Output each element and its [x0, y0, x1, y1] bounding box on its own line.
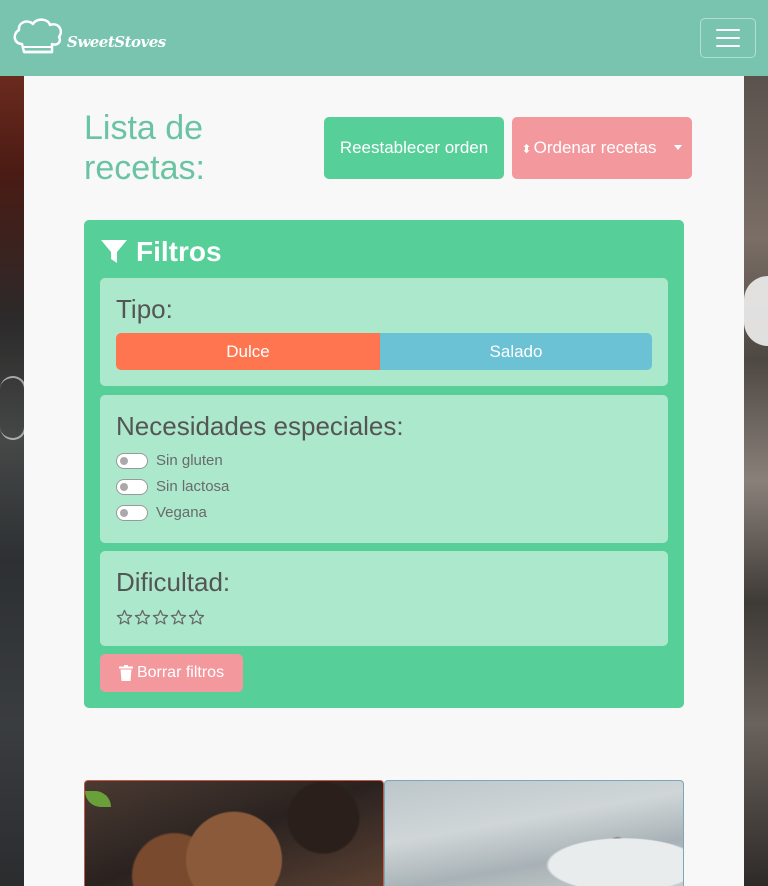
toggle-label: Sin lactosa: [156, 478, 230, 495]
brand-link[interactable]: SweetStoves: [12, 18, 166, 58]
recipe-card-image[interactable]: [84, 780, 384, 886]
mint-leaf: [85, 791, 111, 807]
navbar-toggler-button[interactable]: [700, 18, 756, 58]
dificultad-title: Dificultad:: [116, 567, 231, 597]
trash-icon: [118, 665, 133, 681]
page-title: Lista de recetas:: [84, 109, 205, 187]
filters-panel: Filtros Tipo: Dulce Salado Necesidades e…: [84, 220, 684, 708]
toggle-vegana[interactable]: Vegana: [116, 504, 207, 521]
star-icon[interactable]: [152, 609, 169, 626]
toggle-sin-lactosa[interactable]: Sin lactosa: [116, 478, 229, 495]
navbar: SweetStoves: [0, 0, 768, 76]
recipe-card-image[interactable]: [384, 780, 684, 886]
toggle-label: Sin gluten: [156, 452, 223, 469]
background-left: [0, 76, 26, 886]
star-icon[interactable]: [188, 609, 205, 626]
tipo-dulce-button[interactable]: Dulce: [116, 333, 380, 370]
tipo-title: Tipo:: [116, 294, 173, 324]
filters-title: Filtros: [136, 236, 222, 267]
chef-hat-icon: [13, 18, 63, 54]
star-icon[interactable]: [134, 609, 151, 626]
clear-filters-label: Borrar filtros: [136, 664, 225, 681]
star-icon[interactable]: [170, 609, 187, 626]
toggle-switch[interactable]: [116, 478, 148, 495]
filter-card-tipo: Tipo: Dulce Salado: [100, 278, 668, 386]
filter-card-necesidades: Necesidades especiales: Sin gluten Sin l…: [100, 395, 668, 543]
tipo-salado-button[interactable]: Salado: [380, 333, 652, 370]
chevron-down-icon: [674, 145, 682, 150]
filters-header: Filtros: [100, 236, 222, 268]
difficulty-rating[interactable]: [116, 609, 205, 626]
sort-icon: ⬍: [521, 141, 532, 156]
brand-name: SweetStoves: [67, 33, 166, 51]
toggle-label: Vegana: [156, 504, 207, 521]
toggle-switch[interactable]: [116, 504, 148, 521]
clear-filters-button[interactable]: Borrar filtros: [100, 654, 243, 692]
filter-icon: [101, 240, 127, 263]
filter-card-dificultad: Dificultad:: [100, 551, 668, 646]
main-container: Lista de recetas: Reestablecer orden ⬍ Or…: [24, 76, 744, 886]
tipo-segmented-control: Dulce Salado: [116, 333, 652, 370]
background-right: [744, 76, 768, 886]
hamburger-icon: [716, 29, 740, 31]
necesidades-title: Necesidades especiales:: [116, 411, 404, 441]
toggle-sin-gluten[interactable]: Sin gluten: [116, 452, 223, 469]
star-icon[interactable]: [116, 609, 133, 626]
order-recipes-dropdown-button[interactable]: ⬍ Ordenar recetas: [512, 117, 692, 179]
reset-order-button[interactable]: Reestablecer orden: [324, 117, 504, 179]
toggle-switch[interactable]: [116, 452, 148, 469]
order-recipes-label: Ordenar recetas: [533, 137, 657, 157]
